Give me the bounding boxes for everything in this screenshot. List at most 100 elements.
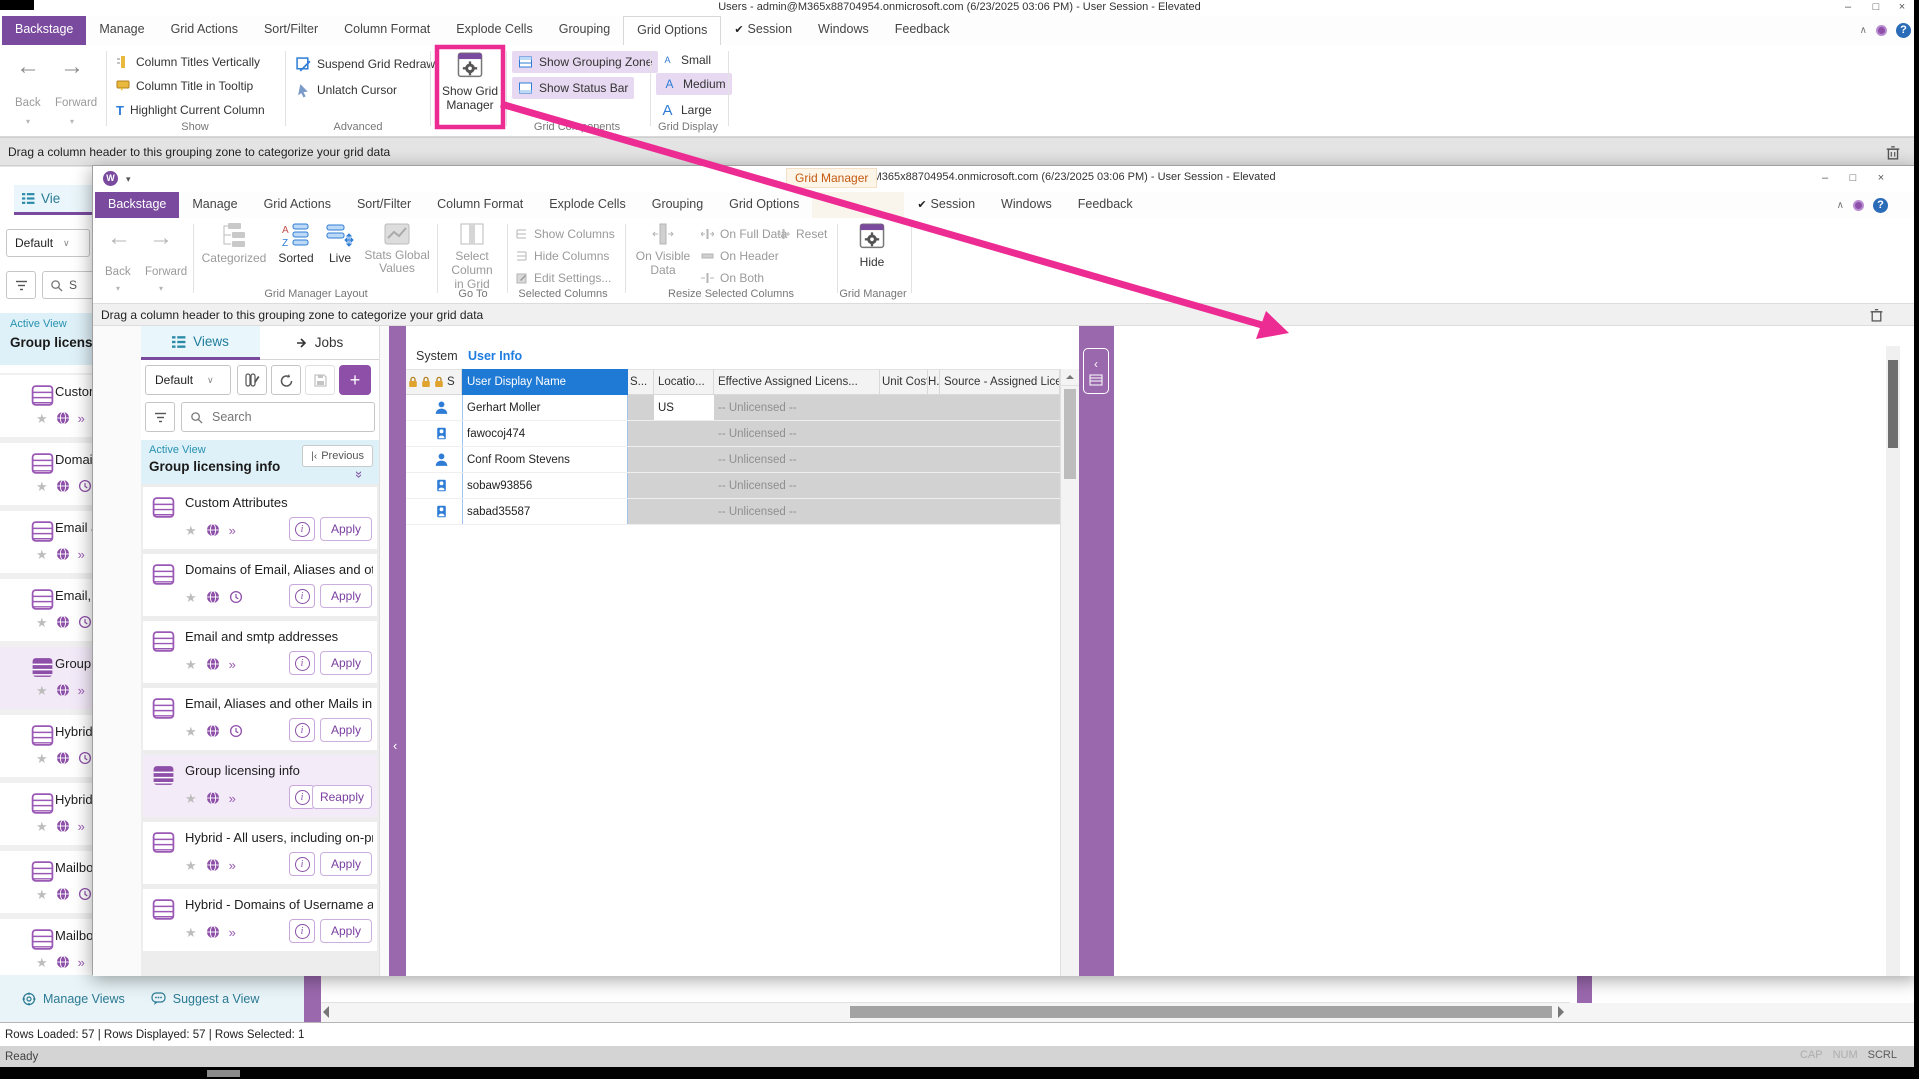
view-list-item[interactable]: Custom Attributes★»iApply bbox=[143, 487, 377, 549]
live-button[interactable]: Live bbox=[321, 222, 359, 265]
effective-licenses-cell[interactable]: -- Unlicensed -- bbox=[714, 421, 880, 446]
tab-grouping[interactable]: Grouping bbox=[546, 16, 623, 45]
locked-columns-header[interactable]: S bbox=[406, 369, 462, 395]
inner-tab-grid-manager-contextual[interactable]: --- bbox=[812, 192, 904, 218]
tab-windows[interactable]: Windows bbox=[805, 16, 882, 45]
stats-global-values-button[interactable]: Stats Global Values bbox=[361, 222, 433, 275]
inner-tab-explode-cells[interactable]: Explode Cells bbox=[536, 192, 638, 218]
inner-tab-grid-options[interactable]: Grid Options bbox=[716, 192, 812, 218]
inner-trash-icon[interactable] bbox=[1869, 307, 1884, 322]
outer-filter-button[interactable] bbox=[6, 271, 36, 299]
view-list-item[interactable]: Hybrid - Domains of Username an...★»iApp… bbox=[143, 889, 377, 951]
column-header-unit-cost[interactable]: Unit Cost... bbox=[880, 369, 928, 395]
preset-dropdown[interactable]: Default∨ bbox=[145, 365, 231, 395]
horizontal-scrollbar[interactable] bbox=[321, 1003, 1919, 1022]
collapse-left-icon[interactable]: ‹ bbox=[393, 738, 397, 753]
column-header-user-display-name[interactable]: User Display Name bbox=[462, 369, 628, 395]
location-cell[interactable]: US bbox=[654, 395, 714, 420]
suggest-a-view-button[interactable]: Suggest a View bbox=[151, 992, 260, 1006]
grid-display-medium-button[interactable]: A Medium bbox=[656, 73, 732, 95]
user-display-name-cell[interactable]: fawocoj474 bbox=[462, 421, 628, 446]
scroll-up-icon[interactable] bbox=[1066, 371, 1074, 379]
column-header-effective-licenses[interactable]: Effective Assigned Licens... bbox=[714, 369, 880, 395]
inner-forward-arrow-icon[interactable]: → bbox=[149, 224, 173, 252]
view-apply-button[interactable]: Apply bbox=[320, 651, 372, 675]
search-input[interactable] bbox=[210, 409, 360, 425]
user-display-name-cell[interactable]: Gerhart Moller bbox=[462, 395, 628, 420]
s-cell[interactable] bbox=[628, 421, 654, 446]
sidebar-item[interactable]: Email ar★» bbox=[0, 511, 92, 573]
view-info-button[interactable]: i bbox=[289, 517, 315, 541]
user-display-name-cell[interactable]: sobaw93856 bbox=[462, 473, 628, 498]
tab-views[interactable]: Views bbox=[141, 326, 260, 360]
views-search-box[interactable] bbox=[181, 402, 375, 432]
view-apply-button[interactable]: Apply bbox=[320, 584, 372, 608]
sidebar-item[interactable]: Custom★» bbox=[0, 375, 92, 437]
inner-close-button[interactable]: × bbox=[1868, 171, 1894, 186]
view-info-button[interactable]: i bbox=[289, 852, 315, 876]
view-list-item[interactable]: Hybrid - All users, including on-pr...★»… bbox=[143, 822, 377, 884]
s-cell[interactable] bbox=[628, 395, 654, 420]
tab-session[interactable]: ✔Session bbox=[721, 16, 805, 45]
grid-vertical-scrollbar[interactable] bbox=[1060, 369, 1079, 976]
forward-button[interactable]: Forward bbox=[55, 97, 97, 109]
table-row[interactable]: Conf Room Stevens -- Unlicensed -- bbox=[406, 447, 1060, 473]
views-filter-button[interactable] bbox=[145, 402, 175, 432]
sidebar-item[interactable]: Group li★» bbox=[0, 647, 92, 709]
inner-back-arrow-icon[interactable]: ← bbox=[107, 224, 131, 252]
tab-backstage[interactable]: Backstage bbox=[2, 16, 86, 45]
inner-collapse-ribbon-icon[interactable]: ∧ bbox=[1837, 200, 1844, 211]
location-cell[interactable] bbox=[654, 499, 714, 524]
grid-display-large-button[interactable]: A Large bbox=[660, 99, 712, 121]
table-row[interactable]: sobaw93856 -- Unlicensed -- bbox=[406, 473, 1060, 499]
show-status-bar-button[interactable]: Show Status Bar bbox=[512, 77, 634, 99]
hide-columns-button[interactable]: Hide Columns bbox=[515, 245, 609, 267]
inner-tab-grid-actions[interactable]: Grid Actions bbox=[251, 192, 344, 218]
forward-dropdown-icon[interactable]: ▾ bbox=[70, 117, 74, 126]
inner-back-button[interactable]: Back bbox=[105, 266, 131, 278]
scroll-left-icon[interactable] bbox=[323, 1006, 329, 1018]
table-row[interactable]: sabad35587-- Unlicensed -- bbox=[406, 499, 1060, 525]
column-title-in-tooltip-button[interactable]: Column Title in Tooltip bbox=[116, 75, 253, 97]
table-row[interactable]: Gerhart MollerUS-- Unlicensed -- bbox=[406, 395, 1060, 421]
show-columns-button[interactable]: Show Columns bbox=[515, 223, 615, 245]
effective-licenses-cell[interactable]: -- Unlicensed -- bbox=[714, 447, 880, 472]
inner-tab-grouping[interactable]: Grouping bbox=[639, 192, 716, 218]
view-list-item[interactable]: Domains of Email, Aliases and othe...★iA… bbox=[143, 554, 377, 616]
view-apply-button[interactable]: Apply bbox=[320, 718, 372, 742]
qat-dropdown-icon[interactable]: ▾ bbox=[126, 174, 131, 185]
view-info-button[interactable]: i bbox=[289, 718, 315, 742]
save-view-button[interactable] bbox=[305, 365, 335, 395]
back-arrow-icon[interactable]: ← bbox=[16, 53, 40, 81]
select-column-in-grid-button[interactable]: Select Column in Grid bbox=[441, 222, 503, 291]
maximize-button[interactable]: □ bbox=[1863, 0, 1889, 15]
location-cell[interactable] bbox=[654, 473, 714, 498]
user-display-name-cell[interactable]: Conf Room Stevens bbox=[462, 447, 628, 472]
view-apply-button[interactable]: Apply bbox=[320, 919, 372, 943]
effective-licenses-cell[interactable]: -- Unlicensed -- bbox=[714, 473, 880, 498]
minimize-button[interactable]: – bbox=[1835, 0, 1861, 15]
view-reapply-button[interactable]: Reapply bbox=[312, 785, 372, 809]
inner-tab-backstage[interactable]: Backstage bbox=[95, 192, 179, 218]
view-list-item[interactable]: Email, Aliases and other Mails in o...★i… bbox=[143, 688, 377, 750]
resize-reset-button[interactable]: Reset bbox=[777, 223, 827, 245]
inner-lamp-icon[interactable] bbox=[1853, 200, 1864, 211]
resize-on-header-button[interactable]: On Header bbox=[701, 245, 779, 267]
s-cell[interactable] bbox=[628, 473, 654, 498]
inner-tab-sort-filter[interactable]: Sort/Filter bbox=[344, 192, 424, 218]
resize-on-full-data-button[interactable]: On Full Data bbox=[701, 223, 787, 245]
inner-tab-windows[interactable]: Windows bbox=[988, 192, 1065, 218]
view-apply-button[interactable]: Apply bbox=[320, 517, 372, 541]
grid-manager-handle[interactable]: ‹ bbox=[1083, 348, 1109, 394]
inner-forward-button[interactable]: Forward bbox=[145, 266, 187, 278]
inner-grouping-zone[interactable]: Drag a column header to this grouping zo… bbox=[93, 304, 1918, 326]
outer-grouping-zone[interactable]: Drag a column header to this grouping zo… bbox=[0, 137, 1919, 166]
sidebar-item[interactable]: Mailbox★ bbox=[0, 851, 92, 913]
collapse-ribbon-icon[interactable]: ∧ bbox=[1860, 25, 1867, 36]
pinned-grid-row[interactable] bbox=[321, 975, 1570, 1003]
show-grid-manager-button[interactable]: Show Grid Manager bbox=[437, 51, 503, 112]
inner-tab-manage[interactable]: Manage bbox=[179, 192, 250, 218]
sidebar-item[interactable]: Hybrid -★ bbox=[0, 715, 92, 777]
unlatch-cursor-button[interactable]: Unlatch Cursor bbox=[296, 79, 397, 101]
sidebar-item[interactable]: Hybrid -★» bbox=[0, 783, 92, 845]
